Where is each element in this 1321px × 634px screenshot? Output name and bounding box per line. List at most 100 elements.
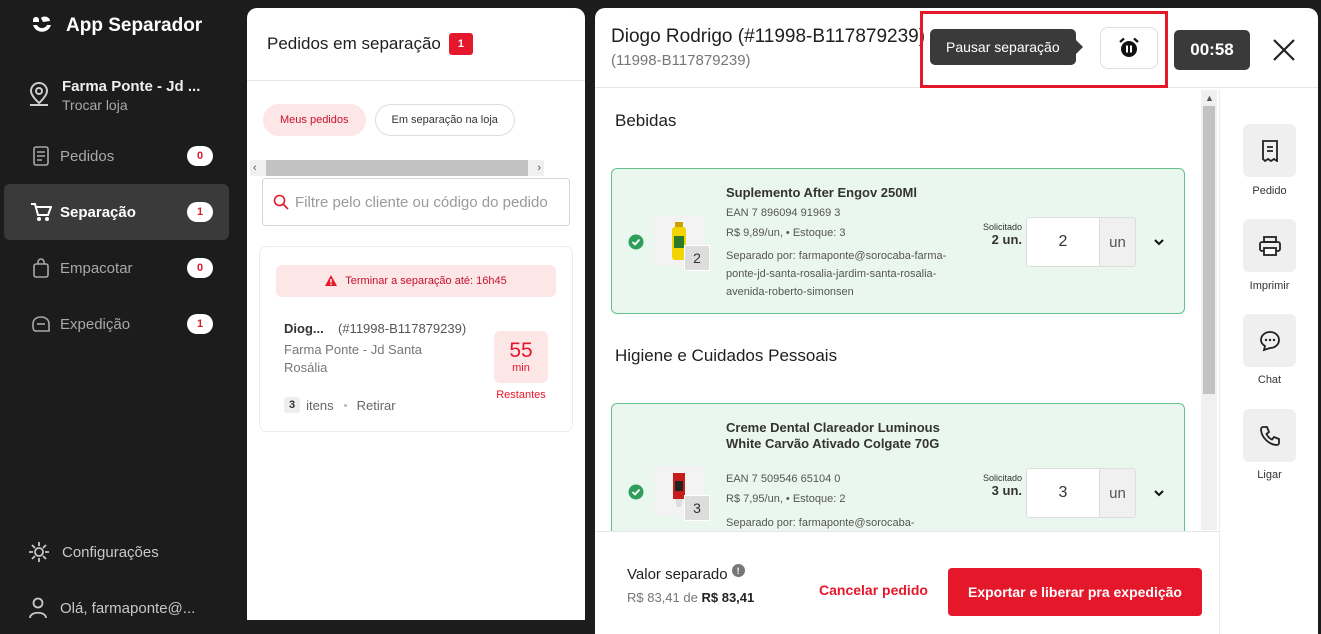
horizontal-scrollbar[interactable]: ‹ › (250, 160, 544, 176)
app-logo-icon (33, 16, 51, 32)
order-card[interactable]: Terminar a separação até: 16h45 Diog... … (259, 246, 573, 432)
quantity-badge: 2 (684, 245, 710, 271)
scrollbar-thumb[interactable] (266, 160, 528, 176)
call-label: Ligar (1257, 469, 1282, 481)
chat-button[interactable] (1243, 314, 1296, 367)
quantity-stepper[interactable]: 3 un (1026, 468, 1136, 518)
check-circle-icon (628, 484, 644, 500)
scroll-left-icon[interactable]: ‹ (253, 162, 257, 174)
category-title: Bebidas (615, 111, 677, 130)
count-badge: 1 (187, 314, 213, 334)
product-ean: EAN 7 896094 91969 3 (726, 207, 841, 219)
check-circle-icon (628, 234, 644, 250)
quantity-value[interactable]: 3 (1027, 469, 1099, 517)
requested-label: Solicitado (982, 222, 1022, 232)
print-button[interactable] (1243, 219, 1296, 272)
phone-icon (1259, 425, 1280, 446)
quantity-unit: un (1099, 218, 1135, 266)
timer-unit: min (512, 362, 530, 374)
sidebar-item-separacao[interactable]: Separação 1 (4, 184, 229, 240)
vertical-scrollbar[interactable]: ▲ (1201, 90, 1217, 530)
product-price-stock: R$ 7,95/un, • Estoque: 2 (726, 493, 846, 505)
scroll-right-icon[interactable]: › (537, 162, 541, 174)
location-pin-icon (29, 81, 49, 106)
user-greeting: Olá, farmaponte@... (60, 599, 196, 617)
user-icon (29, 597, 47, 619)
orders-panel: Pedidos em separação 1 Meus pedidos Em s… (247, 8, 585, 620)
tab-em-separacao-na-loja[interactable]: Em separação na loja (374, 104, 515, 136)
search-field[interactable] (262, 178, 570, 226)
product-ean: EAN 7 509546 65104 0 (726, 473, 841, 485)
timer-label: Restantes (496, 389, 546, 401)
store-switcher[interactable]: Farma Ponte - Jd ... Trocar loja (28, 78, 200, 113)
orders-tabs: Meus pedidos Em separação na loja (263, 104, 515, 136)
sidebar-item-expedicao[interactable]: Expedição 1 (4, 296, 229, 352)
scroll-up-icon[interactable]: ▲ (1205, 93, 1214, 103)
orders-header: Pedidos em separação 1 (247, 8, 585, 81)
store-name: Farma Ponte - Jd ... (62, 78, 201, 95)
chevron-down-icon[interactable] (1152, 235, 1166, 249)
receipt-icon (1261, 139, 1278, 162)
orders-title: Pedidos em separação (267, 34, 441, 53)
category-title: Higiene e Cuidados Pessoais (615, 346, 838, 365)
receipt-icon (30, 145, 52, 167)
order-detail-panel: Diogo Rodrigo (#11998-B117879239) (11998… (595, 8, 1318, 634)
sidebar-item-label: Expedição (60, 315, 131, 333)
info-icon[interactable]: ! (731, 564, 745, 577)
brand: App Separador (30, 14, 202, 38)
product-name: Creme Dental Clareador Luminous White Ca… (726, 420, 940, 451)
requested-info: Solicitado 2 un. (962, 222, 1022, 247)
pause-separation-button[interactable] (1100, 27, 1158, 69)
search-icon (273, 194, 289, 210)
cancel-order-button[interactable]: Cancelar pedido (819, 582, 928, 598)
quantity-value[interactable]: 2 (1027, 218, 1099, 266)
timer-value: 55 (509, 339, 533, 362)
order-meta: 3 itens Retirar (284, 397, 396, 413)
sidebar-item-empacotar[interactable]: Empacotar 0 (4, 240, 229, 296)
requested-info: Solicitado 3 un. (962, 473, 1022, 498)
settings-label: Configurações (62, 543, 159, 561)
separated-value-title: Valor separado (627, 566, 728, 583)
items-count: 3 (284, 397, 301, 413)
alarm-clock-icon (1119, 37, 1139, 57)
call-button[interactable] (1243, 409, 1296, 462)
quantity-stepper[interactable]: 2 un (1026, 217, 1136, 267)
print-label: Imprimir (1249, 280, 1290, 292)
product-separated-by: Separado por: farmaponte@sorocaba-farma-… (726, 250, 947, 298)
export-button[interactable]: Exportar e liberar pra expedição (948, 568, 1202, 616)
delivery-type: Retirar (356, 397, 396, 413)
value-total: R$ 83,41 (701, 590, 755, 605)
detail-footer: Valor separado ! R$ 83,41 de R$ 83,41 Ca… (595, 531, 1219, 634)
value-separated: R$ 83,41 (627, 590, 680, 605)
warning-icon (325, 275, 338, 286)
sidebar-item-label: Pedidos (60, 147, 115, 165)
tab-meus-pedidos[interactable]: Meus pedidos (263, 104, 366, 136)
app-title: App Separador (66, 15, 203, 36)
order-customer: Diog... (284, 321, 324, 336)
settings-link[interactable]: Configurações (28, 541, 159, 563)
pause-tooltip: Pausar separação (930, 29, 1083, 65)
sidebar-item-pedidos[interactable]: Pedidos 0 (4, 128, 229, 184)
separator-dot (343, 403, 347, 407)
order-label: Pedido (1252, 185, 1287, 197)
search-input[interactable] (295, 193, 565, 211)
quantity-unit: un (1099, 469, 1135, 517)
product-name: Suplemento After Engov 250Ml (726, 185, 917, 200)
count-badge: 1 (187, 202, 213, 222)
chat-icon (1259, 330, 1280, 351)
box-icon (30, 313, 52, 335)
close-icon[interactable] (1270, 36, 1298, 64)
elapsed-clock: 00:58 (1174, 30, 1250, 70)
chevron-down-icon[interactable] (1152, 486, 1166, 500)
scrollbar-thumb[interactable] (1203, 106, 1215, 394)
order-store: Farma Ponte - Jd Santa Rosália (284, 342, 423, 375)
order-button[interactable] (1243, 124, 1296, 177)
orders-count-badge: 1 (448, 33, 473, 55)
requested-value: 3 un. (991, 483, 1022, 498)
bag-icon (30, 257, 52, 279)
value-of: de (683, 590, 698, 605)
sidebar-item-label: Separação (60, 203, 136, 221)
separated-value: R$ 83,41 de R$ 83,41 (627, 590, 754, 605)
switch-store-link[interactable]: Trocar loja (62, 97, 200, 113)
user-menu[interactable]: Olá, farmaponte@... (28, 597, 195, 619)
